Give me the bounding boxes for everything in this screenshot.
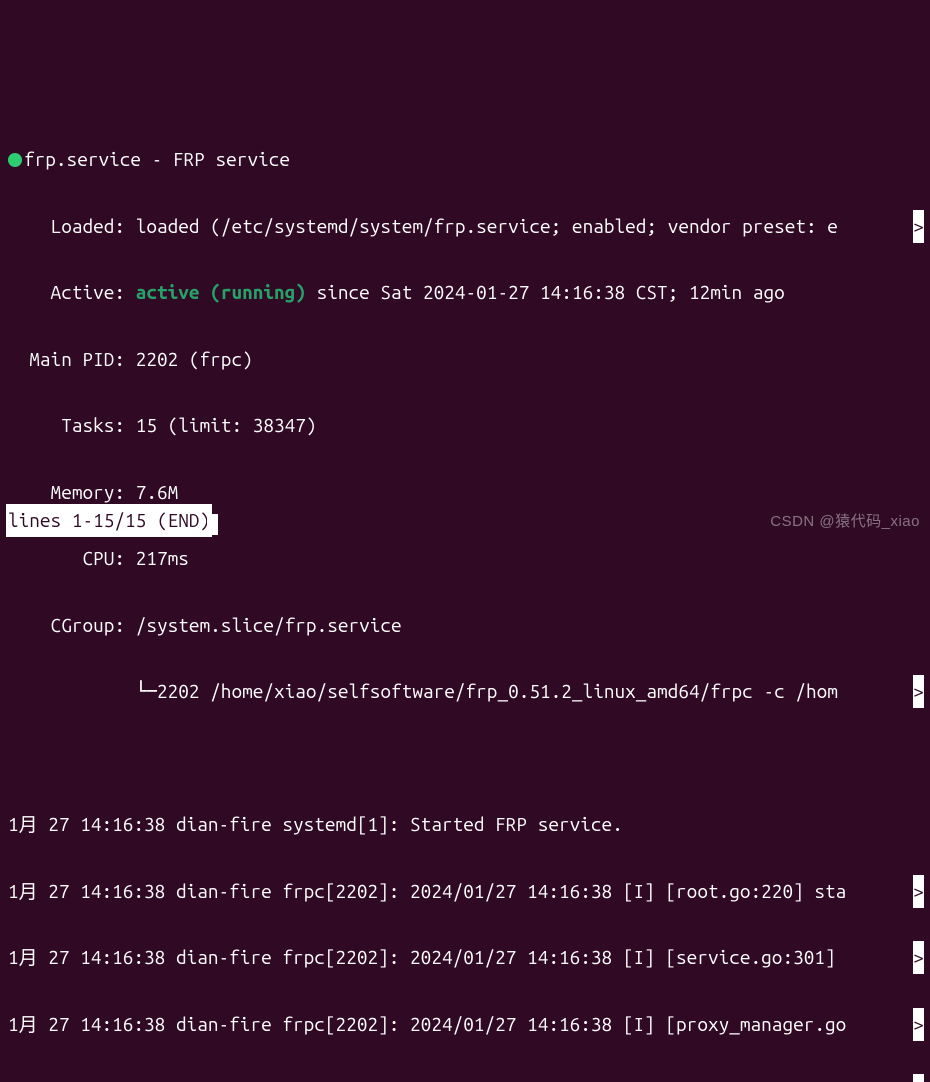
watermark: CSDN @猿代码_xiao: [770, 509, 920, 535]
cgroup-label: CGroup:: [8, 614, 136, 636]
log-line: 1月 27 14:16:38 dian-fire frpc[2202]: 202…: [8, 941, 922, 974]
overflow-indicator: >: [913, 1008, 924, 1041]
active-label: Active:: [8, 281, 136, 303]
log-text: 1月 27 14:16:38 dian-fire frpc[2202]: 202…: [8, 880, 846, 902]
mainpid-label: Main PID:: [8, 348, 136, 370]
tasks-label: Tasks:: [8, 414, 136, 436]
cursor-icon: [207, 514, 218, 535]
status-dot-icon: [8, 153, 22, 167]
log-line: 1月 27 14:16:38 dian-fire systemd[1]: Sta…: [8, 808, 922, 841]
active-line: Active: active (running) since Sat 2024-…: [8, 276, 922, 309]
loaded-line: Loaded: loaded (/etc/systemd/system/frp.…: [8, 210, 922, 243]
loaded-label: Loaded:: [8, 215, 136, 237]
overflow-indicator: >: [913, 675, 924, 708]
active-since: since Sat 2024-01-27 14:16:38 CST; 12min…: [306, 281, 785, 303]
cgroup-process-line: └─2202 /home/xiao/selfsoftware/frp_0.51.…: [8, 675, 922, 708]
log-line: 1月 27 14:16:38 dian-fire frpc[2202]: 202…: [8, 875, 922, 908]
cpu-line: CPU: 217ms: [8, 542, 922, 575]
loaded-value: loaded (/etc/systemd/system/frp.service;…: [136, 215, 838, 237]
cgroup-line: CGroup: /system.slice/frp.service: [8, 609, 922, 642]
log-line: 1月 27 14:16:38 dian-fire frpc[2202]: 202…: [8, 1008, 922, 1041]
log-text: 1月 27 14:16:38 dian-fire frpc[2202]: 202…: [8, 1079, 846, 1082]
log-line: 1月 27 14:16:38 dian-fire frpc[2202]: 202…: [8, 1074, 922, 1082]
memory-value: 7.6M: [136, 481, 179, 503]
mainpid-line: Main PID: 2202 (frpc): [8, 343, 922, 376]
overflow-indicator: >: [913, 941, 924, 974]
log-text: 1月 27 14:16:38 dian-fire frpc[2202]: 202…: [8, 1013, 846, 1035]
cpu-label: CPU:: [8, 547, 136, 569]
active-state: active: [136, 281, 200, 303]
cgroup-process: └─2202 /home/xiao/selfsoftware/frp_0.51.…: [8, 680, 838, 702]
tasks-line: Tasks: 15 (limit: 38347): [8, 409, 922, 442]
log-text: 1月 27 14:16:38 dian-fire systemd[1]: Sta…: [8, 813, 623, 835]
overflow-indicator: >: [913, 210, 924, 243]
service-header: frp.service - FRP service: [8, 143, 922, 176]
mainpid-value: 2202 (frpc): [136, 348, 253, 370]
overflow-indicator: >: [913, 875, 924, 908]
service-desc: - FRP service: [141, 148, 290, 170]
service-name: frp.service: [24, 148, 141, 170]
memory-label: Memory:: [8, 481, 136, 503]
pager-status: lines 1-15/15 (END): [6, 504, 212, 537]
cpu-value: 217ms: [136, 547, 189, 569]
cgroup-value: /system.slice/frp.service: [136, 614, 402, 636]
active-substate: (running): [200, 281, 306, 303]
tasks-value: 15 (limit: 38347): [136, 414, 317, 436]
blank-line: [8, 742, 922, 775]
overflow-indicator: >: [913, 1074, 924, 1082]
log-text: 1月 27 14:16:38 dian-fire frpc[2202]: 202…: [8, 946, 846, 968]
